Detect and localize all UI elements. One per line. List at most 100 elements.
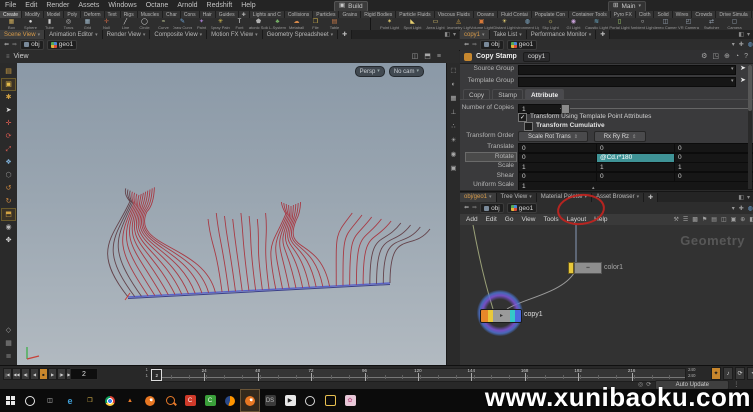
shelf-tab-create[interactable]: Create [0,11,22,18]
param-scale-x-field[interactable]: 1 [518,162,602,172]
chevron-down-icon[interactable]: ▾ [747,194,750,201]
normals-icon[interactable]: ⊥ [447,108,460,119]
param-scrollbar[interactable] [748,65,752,189]
shelf-tool-curve[interactable]: ≈Curve [154,18,173,30]
wireframe-icon[interactable]: ▦ [447,94,460,105]
frame-icon[interactable]: ◧ [749,217,753,223]
rotate-order-selector[interactable]: Rx Ry Rz⇕ [594,131,646,142]
media-player-icon[interactable]: ▶ [280,389,300,412]
camera-icon[interactable]: ◇ [2,325,15,336]
network-tab-tree-view[interactable]: Tree View▾ [497,193,537,202]
menu-assets[interactable]: Assets [78,2,99,9]
world-icon[interactable]: ◍ [748,41,753,48]
swatch-icon[interactable]: ▩ [692,217,698,223]
shelf-tool-null[interactable]: ✛Null [97,18,116,30]
points-icon[interactable]: ∴ [447,122,460,133]
shelf-tab-text[interactable]: Text [105,11,121,18]
refresh-icon[interactable]: ⟳ [646,382,651,388]
lock-camera-icon[interactable]: ◉ [447,150,460,161]
shelf-tool-table[interactable]: ▤Table [325,18,344,30]
view-layout-icon[interactable]: ▤ [2,66,15,77]
shelf-tool-caustic-light[interactable]: ≋Caustic Light [585,18,608,30]
pane-divider-handle[interactable]: ▴ [592,186,595,191]
forward-icon[interactable]: ➡ [12,42,17,48]
playback-end-field[interactable]: 240 [688,373,708,379]
firefox-icon[interactable] [220,389,240,412]
shelf-tab-drive-simula[interactable]: Drive Simula [716,11,751,18]
shelf-tool-paint[interactable]: ✦Paint [192,18,211,30]
shelf-tab-modify[interactable]: Modify [22,11,44,18]
chevron-down-icon[interactable]: ▾ [732,205,735,212]
shelf-tab-lights-and-c[interactable]: Lights and C [250,11,285,18]
options-icon[interactable]: ≣ [2,351,15,362]
shade-icon[interactable]: ◐ [447,80,460,91]
shelf-tab-populate-con[interactable]: Populate Con [532,11,569,18]
param-translate-x-field[interactable]: 0 [518,143,602,153]
right-tab-copy1[interactable]: copy1▾ [460,30,490,39]
chevron-down-icon[interactable]: ▾ [453,31,456,38]
right-tab-performance-monitor[interactable]: Performance Monitor▾ [527,30,597,39]
shelf-tab-guides[interactable]: Guides [216,11,239,18]
app-ds-icon[interactable]: DS [260,389,280,412]
shelf-tab-particles[interactable]: Particles [313,11,339,18]
menu-arnold[interactable]: Arnold [177,2,197,9]
network-tab-obj-geo1[interactable]: obj/geo1▾ [460,193,497,202]
node-template-flag[interactable] [481,310,488,322]
pane-box-icon[interactable]: ◧ [444,31,450,38]
shelf-tool-box[interactable]: ▦Box [2,18,21,30]
shelf-tool-portal-light[interactable]: ▯Portal Light [608,18,631,30]
shelf-tab-model[interactable]: Model [44,11,65,18]
vlc-icon[interactable]: ▲ [120,389,140,412]
path-root-chip[interactable]: obj [480,203,504,213]
loop-icon[interactable]: ⟳ [735,367,745,380]
group-select-arrow-button[interactable]: ➤ [740,64,746,72]
shelf-tool-gi-light[interactable]: ◉GI Light [562,18,585,30]
param-shear-y-field[interactable]: 0 [596,172,680,182]
pane-split-icon[interactable]: ◫ [412,53,419,60]
shelf-tab-crowds[interactable]: Crowds [692,11,716,18]
chevron-down-icon[interactable]: ▾ [747,31,750,38]
image-icon[interactable]: ▣ [731,217,737,223]
shelf-tool-sky-light[interactable]: ☼Sky Light [539,18,562,30]
template-group-field[interactable] [518,77,736,87]
app-green-c-icon[interactable]: C [200,389,220,412]
source-group-field[interactable] [518,65,736,75]
kebab-icon[interactable]: ⋮ [733,382,739,388]
shelf-tool-camera[interactable]: ▢Camera [723,18,746,30]
left-tab-scene-view[interactable]: Scene View▾ [0,30,45,39]
menu-help[interactable]: Help [241,2,255,9]
back-icon[interactable]: ⬅ [464,205,469,211]
start-button[interactable] [0,389,20,412]
shelf-tab-cloth[interactable]: Cloth [636,11,655,18]
file-explorer-icon[interactable]: ❒ [80,389,100,412]
maximize-icon[interactable]: ⬒ [424,53,431,60]
pane-box-icon[interactable]: ◧ [738,31,744,38]
forward-icon[interactable]: ➡ [472,205,477,211]
grid-icon[interactable]: ▦ [2,338,15,349]
node-name-field[interactable]: copy1 [523,52,550,62]
task-view-icon[interactable]: ◫ [40,389,60,412]
network-menu-view[interactable]: View [521,216,535,223]
left-tab-composite-view[interactable]: Composite View▾ [150,30,207,39]
flag-icon[interactable]: ⚑ [702,217,707,223]
app-pink-icon[interactable]: ✿ [340,389,360,412]
shelf-tab-oceans[interactable]: Oceans [474,11,498,18]
search-app-icon[interactable] [160,389,180,412]
param-rotate-x-field[interactable]: 0 [518,153,602,163]
dolly-icon[interactable]: ◉ [2,222,15,233]
clock-icon[interactable]: ◔ [747,367,753,380]
path-node-chip[interactable]: geo1 [47,40,77,50]
shelf-tab-deform[interactable]: Deform [81,11,104,18]
chrome-icon[interactable] [100,389,120,412]
orbit-icon[interactable]: ↻ [2,196,15,207]
stop-button[interactable]: ■ [39,368,48,380]
shelf-tool-ambient-light[interactable]: ○Ambient Light [631,18,654,30]
rotate-icon[interactable]: ⟳ [2,131,15,142]
handles-icon[interactable]: ⬡ [2,170,15,181]
forward-icon[interactable]: ➡ [472,42,477,48]
left-tab-render-view[interactable]: Render View▾ [103,30,151,39]
help-icon[interactable]: ? [744,53,748,60]
tumble-icon[interactable]: ↺ [2,183,15,194]
add-icon[interactable]: ✚ [739,205,744,212]
shelf-tool-metaball[interactable]: ☁Metaball [287,18,306,30]
